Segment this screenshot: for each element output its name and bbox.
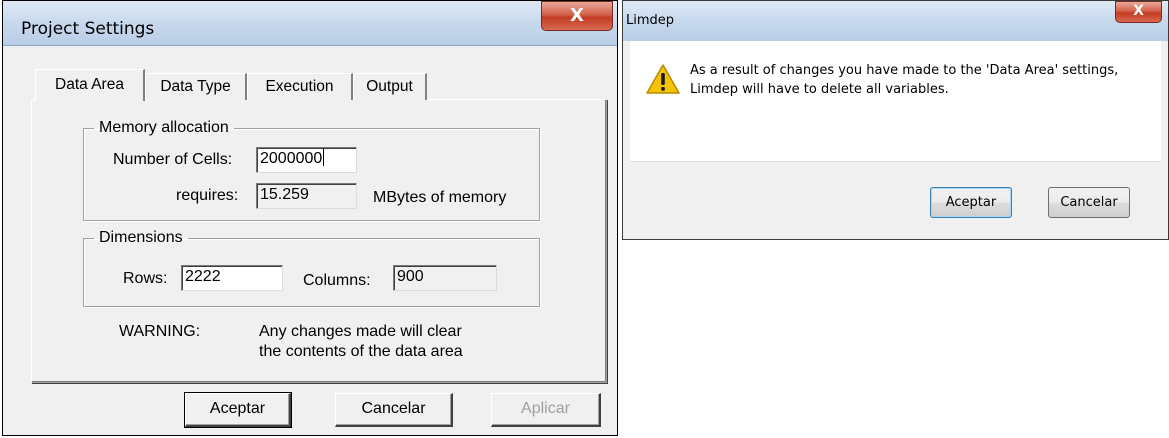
dialog-title: Project Settings bbox=[21, 19, 155, 39]
dialog-title: Limdep bbox=[626, 13, 675, 28]
warning-icon bbox=[646, 64, 680, 94]
text-caret bbox=[323, 148, 325, 166]
cells-input[interactable]: 2000000 bbox=[256, 147, 357, 173]
ok-button[interactable]: Aceptar bbox=[930, 187, 1012, 218]
columns-label: Columns: bbox=[303, 272, 371, 289]
limdep-message-dialog: Limdep X As a result of changes you have… bbox=[622, 0, 1169, 240]
tab-data-type[interactable]: Data Type bbox=[145, 73, 247, 100]
message-area: As a result of changes you have made to … bbox=[630, 41, 1161, 161]
tab-data-area[interactable]: Data Area bbox=[35, 69, 145, 101]
cells-label: Number of Cells: bbox=[113, 151, 233, 168]
cells-value: 2000000 bbox=[260, 150, 323, 167]
tab-output[interactable]: Output bbox=[353, 73, 427, 100]
apply-button: Aplicar bbox=[491, 393, 601, 427]
warning-label: WARNING: bbox=[119, 323, 201, 340]
memory-allocation-legend: Memory allocation bbox=[99, 119, 229, 136]
columns-field: 900 bbox=[393, 265, 497, 291]
warning-text-line1: Any changes made will clear bbox=[259, 323, 462, 340]
close-button[interactable]: X bbox=[1115, 1, 1162, 23]
dimensions-legend: Dimensions bbox=[99, 229, 183, 246]
title-bar: Limdep X bbox=[623, 1, 1168, 41]
message-line2: Limdep will have to delete all variables… bbox=[690, 82, 949, 97]
requires-field: 15.259 bbox=[256, 183, 357, 209]
title-bar: Project Settings X bbox=[3, 1, 617, 46]
message-text: As a result of changes you have made to … bbox=[690, 61, 1118, 99]
project-settings-dialog: Project Settings X Data Area Data Type E… bbox=[2, 0, 618, 436]
rows-label: Rows: bbox=[123, 270, 168, 287]
close-button[interactable]: X bbox=[541, 1, 613, 31]
cancel-button[interactable]: Cancelar bbox=[1048, 187, 1130, 218]
ok-button[interactable]: Aceptar bbox=[184, 392, 292, 428]
message-line1: As a result of changes you have made to … bbox=[690, 63, 1119, 78]
tab-execution[interactable]: Execution bbox=[247, 73, 353, 100]
cancel-button[interactable]: Cancelar bbox=[335, 393, 453, 427]
rows-input[interactable]: 2222 bbox=[181, 265, 283, 291]
button-bar: Aceptar Cancelar bbox=[630, 161, 1161, 234]
requires-label: requires: bbox=[176, 187, 239, 204]
warning-text-line2: the contents of the data area bbox=[259, 343, 463, 360]
requires-unit: MBytes of memory bbox=[373, 189, 507, 206]
